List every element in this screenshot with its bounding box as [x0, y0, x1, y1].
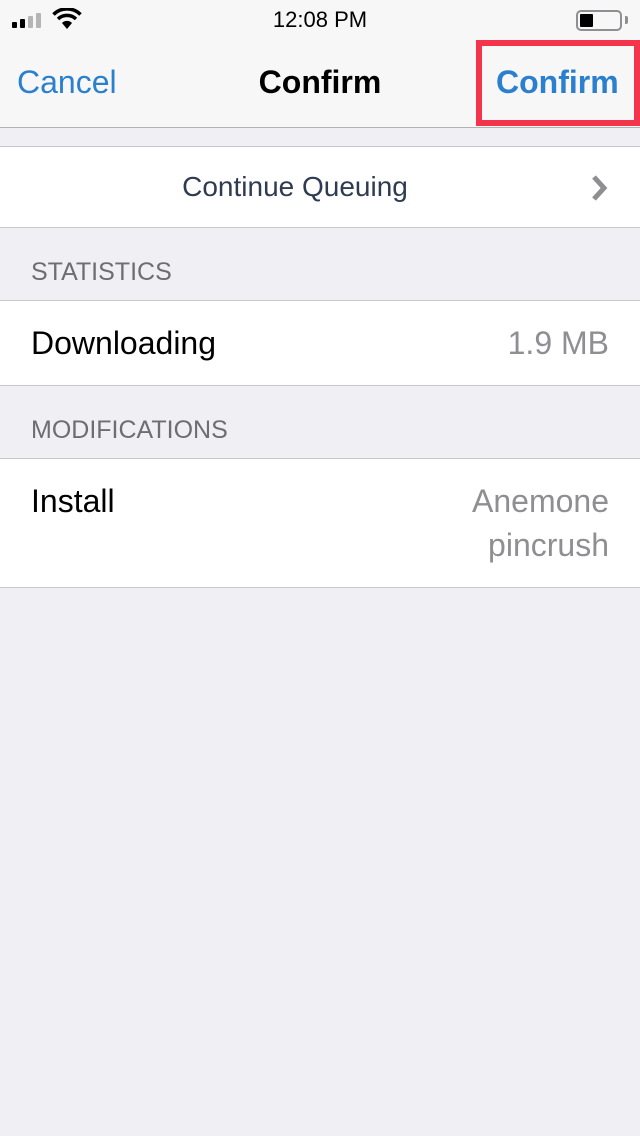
chevron-right-icon — [592, 175, 608, 201]
continue-queuing-label: Continue Queuing — [182, 171, 408, 202]
confirm-button[interactable]: Confirm — [496, 64, 619, 101]
install-row: Install Anemone pincrush — [0, 458, 640, 588]
confirm-button-highlight[interactable]: Confirm — [476, 40, 640, 126]
cancel-button[interactable]: Cancel — [17, 64, 117, 101]
continue-queuing-button[interactable]: Continue Queuing — [0, 146, 640, 228]
install-value: Anemone pincrush — [472, 483, 609, 563]
install-label: Install — [31, 483, 115, 519]
status-time: 12:08 PM — [272, 7, 368, 32]
statistics-section-header: STATISTICS — [31, 258, 172, 286]
modifications-section-header: MODIFICATIONS — [31, 416, 228, 444]
downloading-label: Downloading — [31, 325, 217, 361]
navigation-bar: Cancel Confirm Confirm — [0, 40, 640, 128]
status-bar: 12:08 PM — [0, 0, 640, 40]
battery-icon — [576, 10, 622, 31]
downloading-row: Downloading 1.9 MB — [0, 300, 640, 386]
battery-tip — [625, 16, 628, 24]
downloading-value: 1.9 MB — [507, 325, 609, 361]
